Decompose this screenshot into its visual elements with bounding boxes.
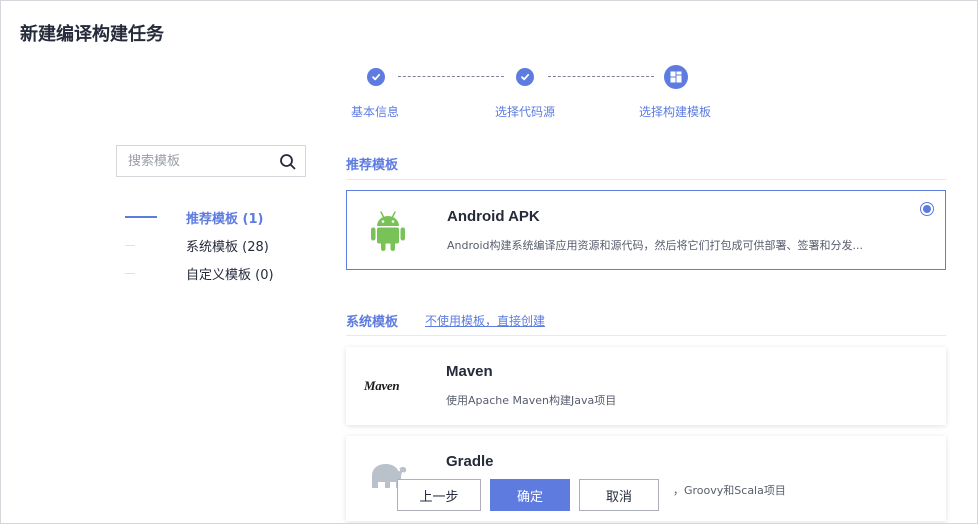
divider bbox=[346, 335, 946, 336]
category-system[interactable]: 系统模板 (28) bbox=[125, 235, 269, 255]
template-card-maven[interactable]: Maven Maven 使用Apache Maven构建Java项目 bbox=[346, 347, 946, 425]
active-indicator bbox=[125, 216, 157, 218]
indicator bbox=[125, 272, 135, 274]
category-label: 系统模板 (28) bbox=[186, 239, 269, 255]
recommended-section-title: 推荐模板 bbox=[346, 158, 399, 173]
template-search-box bbox=[116, 145, 306, 177]
cancel-button[interactable]: 取消 bbox=[579, 479, 659, 511]
prev-step-button[interactable]: 上一步 bbox=[397, 479, 481, 511]
step-label-code-source: 选择代码源 bbox=[495, 105, 556, 119]
template-grid-icon bbox=[670, 71, 682, 83]
step-1-done bbox=[367, 68, 385, 86]
step-3-active bbox=[664, 65, 688, 89]
confirm-button[interactable]: 确定 bbox=[490, 479, 570, 511]
check-icon bbox=[372, 73, 381, 81]
category-custom[interactable]: 自定义模板 (0) bbox=[125, 263, 274, 283]
template-search-input[interactable] bbox=[117, 146, 267, 176]
check-icon bbox=[521, 73, 530, 81]
dialog: 新建编译构建任务 基本信息 选择代码源 选择构建模板 推荐模板 (1) 系统模板… bbox=[0, 0, 978, 524]
card-title: Android APK bbox=[447, 208, 540, 225]
card-description: ，Groovy和Scala项目 bbox=[673, 484, 786, 497]
step-label-build-template: 选择构建模板 bbox=[639, 105, 712, 119]
radio-dot bbox=[923, 205, 931, 213]
template-radio-selected[interactable] bbox=[920, 202, 934, 216]
system-section-title: 系统模板 bbox=[346, 315, 399, 330]
no-template-link[interactable]: 不使用模板，直接创建 bbox=[425, 312, 545, 329]
maven-logo-text: Maven bbox=[364, 378, 400, 393]
step-connector bbox=[548, 76, 654, 77]
card-description: 使用Apache Maven构建Java项目 bbox=[446, 394, 617, 407]
android-icon bbox=[371, 211, 405, 251]
category-label: 自定义模板 (0) bbox=[186, 267, 274, 283]
maven-logo: Maven bbox=[364, 378, 400, 394]
divider bbox=[346, 179, 946, 180]
step-label-basic-info: 基本信息 bbox=[351, 105, 400, 119]
step-connector bbox=[398, 76, 504, 77]
template-card-android-apk[interactable]: Android APK Android构建系统编译应用资源和源代码，然后将它们打… bbox=[346, 190, 946, 270]
page-title: 新建编译构建任务 bbox=[20, 24, 164, 45]
card-description: Android构建系统编译应用资源和源代码，然后将它们打包成可供部署、签署和分发… bbox=[447, 239, 864, 252]
step-2-done bbox=[516, 68, 534, 86]
card-title: Gradle bbox=[446, 453, 494, 470]
card-title: Maven bbox=[446, 363, 493, 380]
indicator bbox=[125, 244, 135, 246]
category-label: 推荐模板 (1) bbox=[186, 211, 264, 227]
category-recommended[interactable]: 推荐模板 (1) bbox=[125, 207, 263, 227]
search-icon[interactable] bbox=[279, 153, 297, 171]
